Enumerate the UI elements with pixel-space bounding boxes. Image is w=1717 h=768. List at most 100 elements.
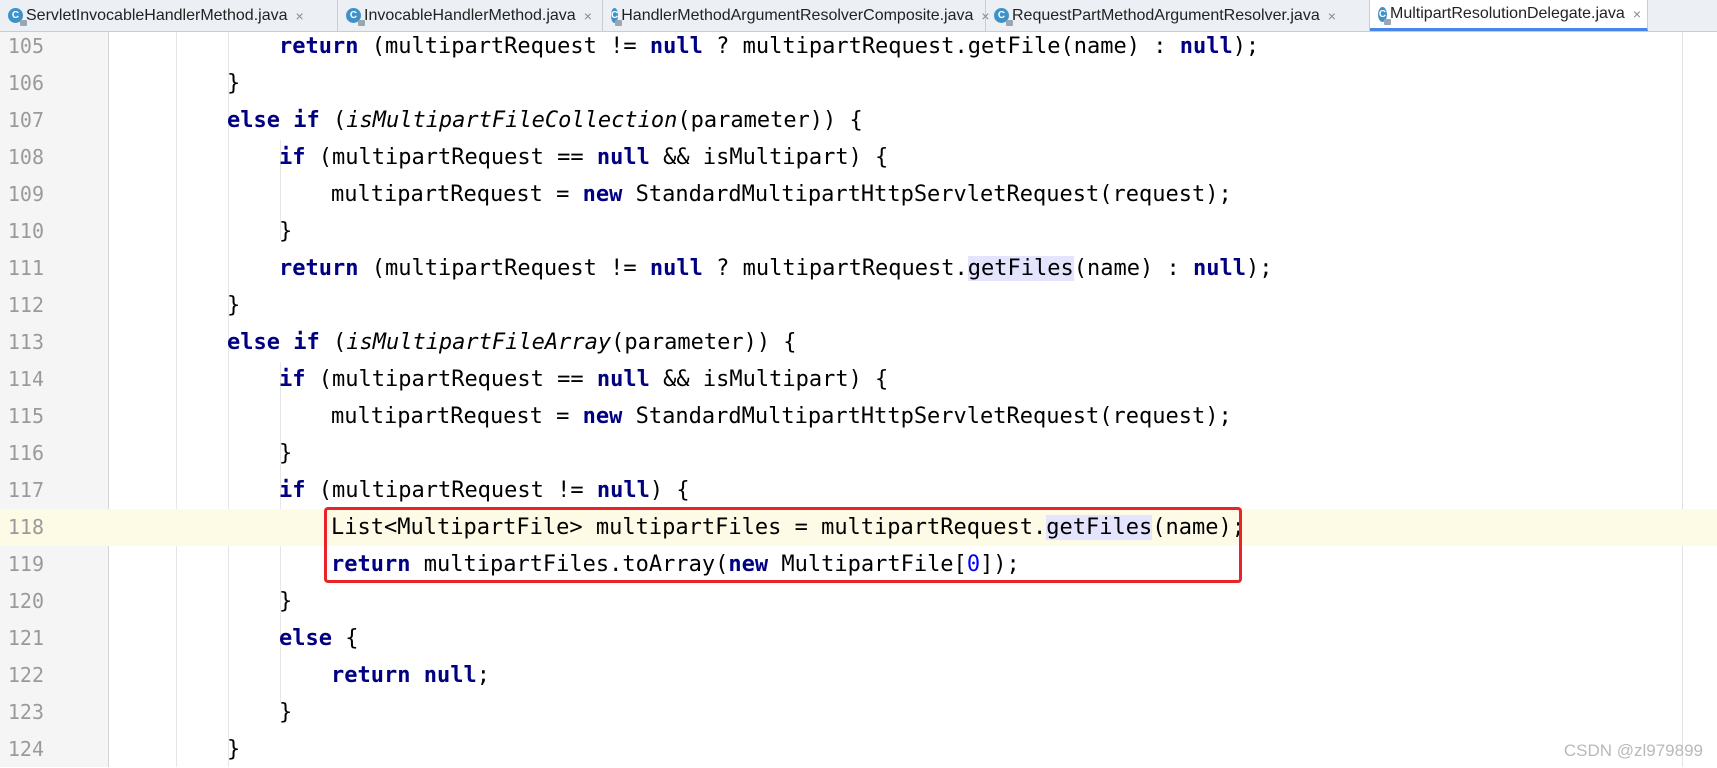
code-token: ) { bbox=[649, 478, 690, 503]
code-line[interactable]: 113 else if (isMultipartFileArray(paramet… bbox=[0, 324, 1717, 361]
tab-label: HandlerMethodArgumentResolverComposite.j… bbox=[621, 6, 974, 24]
code-token: } bbox=[279, 700, 293, 725]
code-text: } bbox=[279, 583, 292, 620]
code-line[interactable]: 107 else if (isMultipartFileCollection(pa… bbox=[0, 102, 1717, 139]
code-token: ); bbox=[1245, 256, 1273, 281]
tab-requestpartmethodargumentresolver[interactable]: C RequestPartMethodArgumentResolver.java × bbox=[986, 0, 1370, 31]
code-text: return (multipartRequest != null ? multi… bbox=[279, 250, 1272, 287]
code-line[interactable]: 117 if (multipartRequest != null) { bbox=[0, 472, 1717, 509]
code-line[interactable]: 105 return (multipartRequest != null ? mu… bbox=[0, 28, 1717, 65]
code-line[interactable]: 121 else { bbox=[0, 620, 1717, 657]
code-token: (name) : bbox=[1073, 256, 1193, 281]
line-number: 117 bbox=[7, 478, 44, 502]
tab-label: ServletInvocableHandlerMethod.java bbox=[26, 6, 288, 24]
code-line[interactable]: 124} bbox=[0, 731, 1717, 768]
code-line[interactable]: 116} bbox=[0, 435, 1717, 472]
line-number: 105 bbox=[7, 34, 44, 58]
code-line[interactable]: 122 return null; bbox=[0, 657, 1717, 694]
tab-label: MultipartResolutionDelegate.java bbox=[1390, 5, 1625, 22]
keyword-token: null bbox=[596, 145, 650, 170]
keyword-token: null bbox=[1179, 34, 1233, 59]
annotation-highlight-box bbox=[324, 507, 1242, 583]
line-number: 113 bbox=[7, 330, 44, 354]
line-number: 115 bbox=[7, 404, 44, 428]
keyword-token: null bbox=[1192, 256, 1246, 281]
tab-label: RequestPartMethodArgumentResolver.java bbox=[1012, 6, 1320, 24]
code-line[interactable]: 114 if (multipartRequest == null && isMul… bbox=[0, 361, 1717, 398]
line-number: 111 bbox=[7, 256, 44, 280]
code-token: ( bbox=[319, 108, 347, 133]
line-number: 116 bbox=[7, 441, 44, 465]
code-text: } bbox=[227, 731, 240, 768]
code-text: if (multipartRequest != null) { bbox=[279, 472, 690, 509]
java-class-icon: C bbox=[994, 8, 1013, 26]
java-class-icon: C bbox=[346, 8, 365, 26]
code-line[interactable]: 108 if (multipartRequest == null && isMul… bbox=[0, 139, 1717, 176]
code-token: isMultipartFileCollection bbox=[346, 108, 678, 133]
code-line[interactable]: 123} bbox=[0, 694, 1717, 731]
code-line[interactable]: 120} bbox=[0, 583, 1717, 620]
tab-invocablehandlermethod[interactable]: C InvocableHandlerMethod.java × bbox=[338, 0, 603, 31]
keyword-token: return null bbox=[331, 663, 477, 688]
line-number: 106 bbox=[7, 71, 44, 95]
line-number: 121 bbox=[7, 626, 44, 650]
code-line[interactable]: 110} bbox=[0, 213, 1717, 250]
keyword-token: return bbox=[279, 256, 359, 281]
code-token: } bbox=[227, 737, 241, 762]
line-number: 107 bbox=[7, 108, 44, 132]
code-text: multipartRequest = new StandardMultipart… bbox=[331, 176, 1232, 213]
line-number: 109 bbox=[7, 182, 44, 206]
code-line[interactable]: 111 return (multipartRequest != null ? mu… bbox=[0, 250, 1717, 287]
code-text: if (multipartRequest == null && isMultip… bbox=[279, 361, 888, 398]
code-line[interactable]: 112} bbox=[0, 287, 1717, 324]
code-token: ? multipartRequest.getFile(name) : bbox=[702, 34, 1180, 59]
code-token: ( bbox=[319, 330, 347, 355]
code-token: (multipartRequest != bbox=[305, 478, 597, 503]
code-token: { bbox=[331, 626, 359, 651]
tab-multipartresolutiondelegate[interactable]: C MultipartResolutionDelegate.java × bbox=[1370, 0, 1648, 31]
code-token: } bbox=[279, 441, 293, 466]
line-number: 114 bbox=[7, 367, 44, 391]
code-token: (parameter)) { bbox=[611, 330, 797, 355]
code-token: (multipartRequest != bbox=[358, 256, 650, 281]
code-token: && isMultipart) { bbox=[649, 367, 889, 392]
code-line[interactable]: 115 multipartRequest = new StandardMultip… bbox=[0, 398, 1717, 435]
tab-handlermethodargumentresolvercomposite[interactable]: C HandlerMethodArgumentResolverComposite.… bbox=[603, 0, 990, 31]
code-token: ? multipartRequest. bbox=[702, 256, 968, 281]
watermark: CSDN @zl979899 bbox=[1563, 741, 1703, 760]
code-token: ; bbox=[476, 663, 490, 688]
code-token: } bbox=[227, 71, 241, 96]
keyword-token: if bbox=[279, 367, 306, 392]
keyword-token: null bbox=[649, 34, 703, 59]
code-text: } bbox=[279, 435, 292, 472]
tab-label: InvocableHandlerMethod.java bbox=[364, 6, 576, 24]
code-token: (multipartRequest == bbox=[305, 145, 597, 170]
keyword-token: else bbox=[279, 626, 332, 651]
code-token: (multipartRequest != bbox=[358, 34, 650, 59]
code-token: StandardMultipartHttpServletRequest(requ… bbox=[622, 182, 1232, 207]
code-line[interactable]: 109 multipartRequest = new StandardMultip… bbox=[0, 176, 1717, 213]
code-text: else if (isMultipartFileArray(parameter)… bbox=[227, 324, 797, 361]
code-text: return (multipartRequest != null ? multi… bbox=[279, 28, 1259, 65]
code-token: (multipartRequest == bbox=[305, 367, 597, 392]
code-text: } bbox=[227, 287, 240, 324]
close-icon[interactable]: × bbox=[1633, 6, 1641, 22]
keyword-token: null bbox=[596, 478, 650, 503]
code-token: StandardMultipartHttpServletRequest(requ… bbox=[622, 404, 1232, 429]
line-number: 108 bbox=[7, 145, 44, 169]
line-number: 112 bbox=[7, 293, 44, 317]
keyword-token: else if bbox=[227, 108, 320, 133]
code-text: multipartRequest = new StandardMultipart… bbox=[331, 398, 1232, 435]
keyword-token: if bbox=[279, 478, 306, 503]
tab-servletinvocablehandlermethod[interactable]: C ServletInvocableHandlerMethod.java × bbox=[0, 0, 338, 31]
code-text: else if (isMultipartFileCollection(param… bbox=[227, 102, 863, 139]
code-token: } bbox=[227, 293, 241, 318]
code-token: multipartRequest = bbox=[331, 404, 583, 429]
close-icon[interactable]: × bbox=[1328, 8, 1336, 24]
code-token: && isMultipart) { bbox=[649, 145, 889, 170]
line-number: 123 bbox=[7, 700, 44, 724]
close-icon[interactable]: × bbox=[584, 8, 592, 24]
code-line[interactable]: 106} bbox=[0, 65, 1717, 102]
keyword-token: new bbox=[582, 404, 623, 429]
close-icon[interactable]: × bbox=[295, 8, 303, 24]
